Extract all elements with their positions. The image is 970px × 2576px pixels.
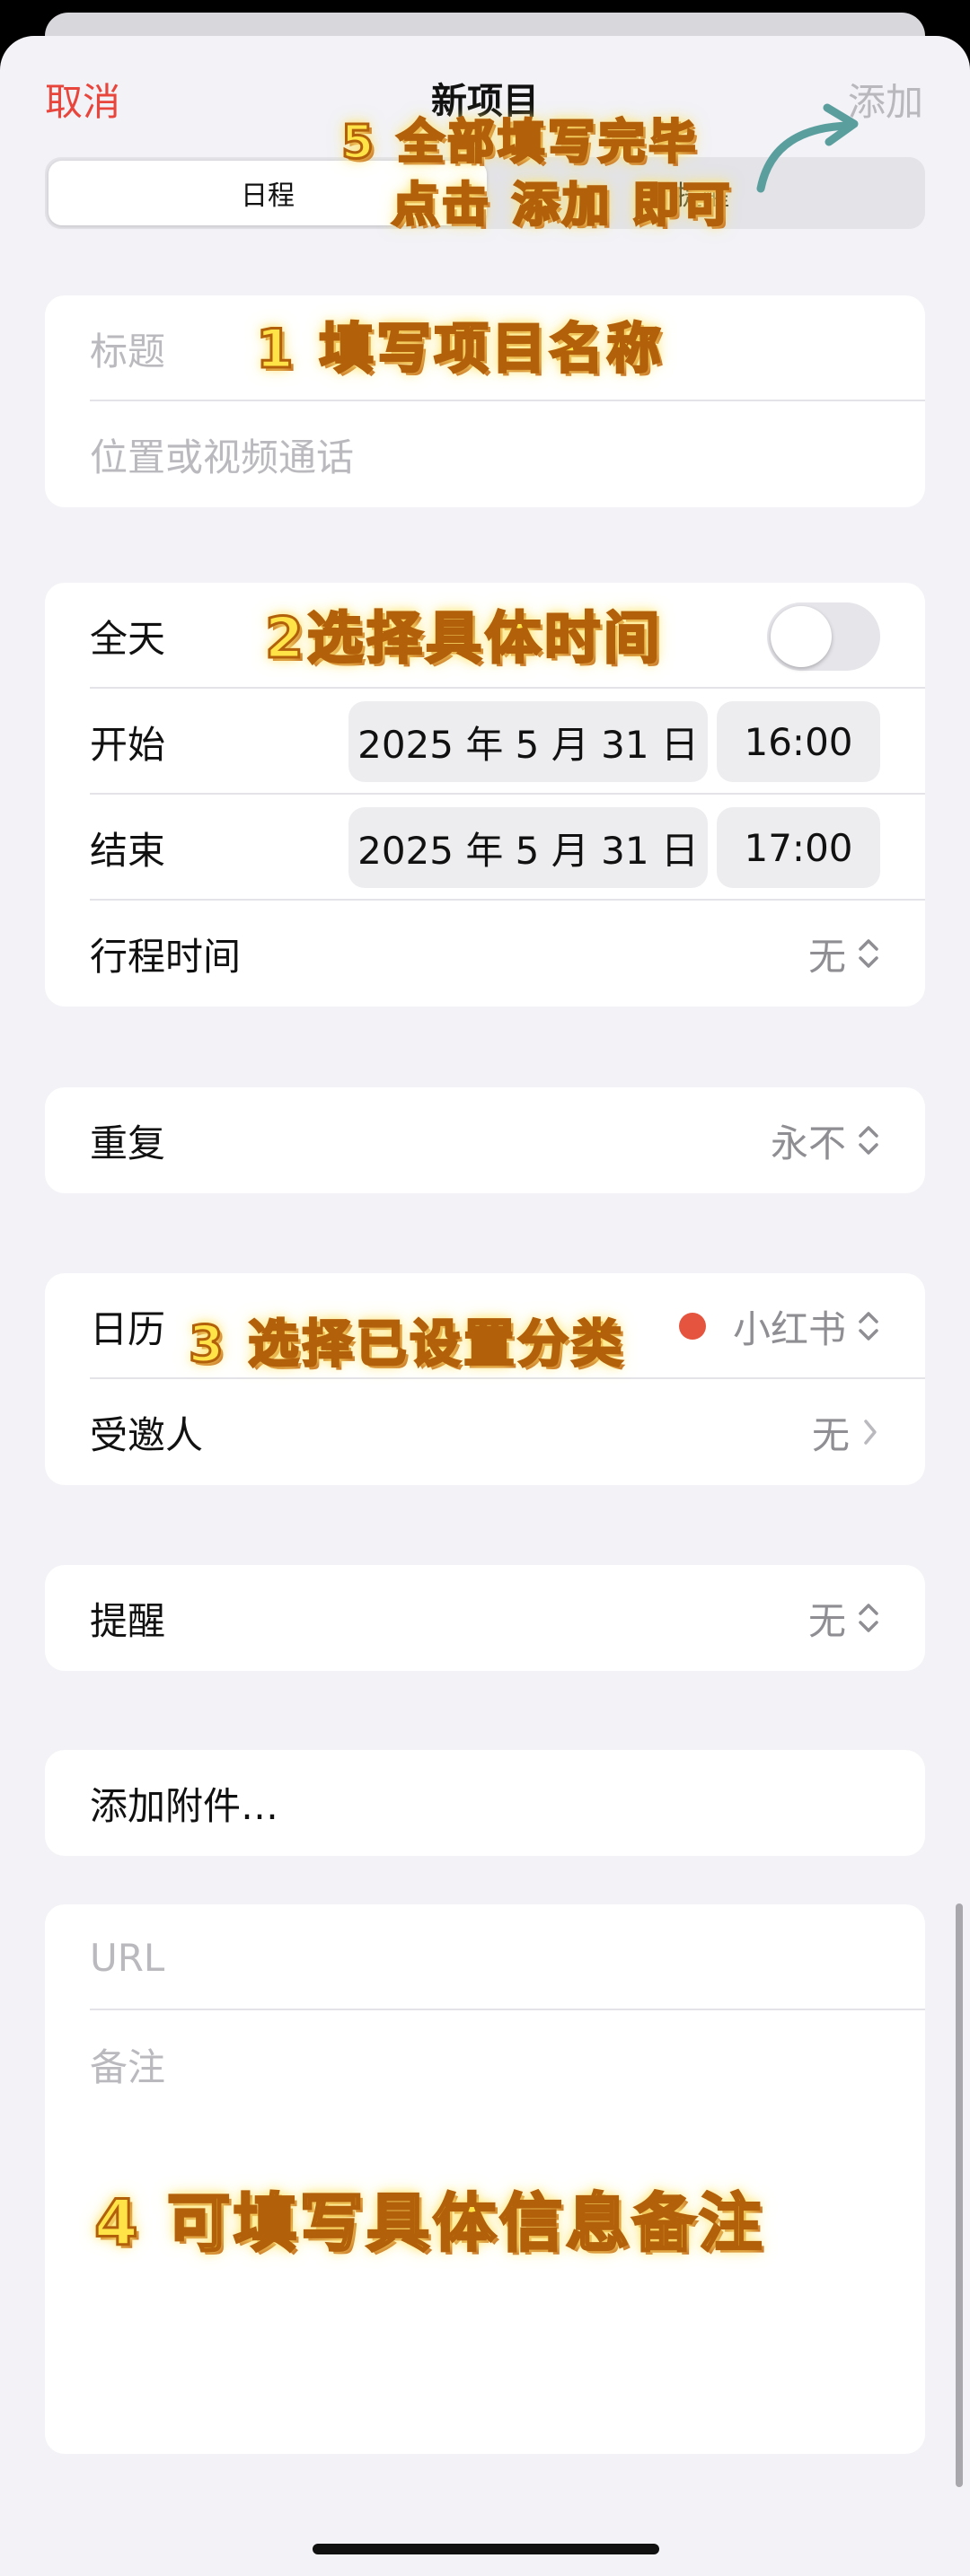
scrollbar[interactable]	[956, 1903, 963, 2487]
title-placeholder: 标题	[90, 329, 166, 374]
alert-row[interactable]: 提醒 无	[45, 1565, 925, 1671]
url-field[interactable]: URL	[45, 1904, 925, 2010]
new-event-sheet: 取消 新项目 添加 日程 提醒 标题 位置或视频通话 全天 开始 2025 年 …	[0, 36, 970, 2576]
repeat-text: 永不	[770, 1121, 846, 1165]
location-field[interactable]: 位置或视频通话	[45, 401, 925, 507]
end-date-picker[interactable]: 2025 年 5 月 31 日	[348, 807, 708, 888]
invitees-value: 无	[812, 1379, 880, 1485]
start-label: 开始	[90, 722, 166, 767]
invitees-row[interactable]: 受邀人 无	[45, 1379, 925, 1485]
calendar-label: 日历	[90, 1306, 166, 1351]
alert-text: 无	[807, 1598, 846, 1643]
chevron-up-down-icon	[859, 1312, 878, 1341]
notes-placeholder: 备注	[90, 2045, 166, 2089]
annotation-step3: 3 选择已设置分类	[187, 1314, 626, 1376]
alert-label: 提醒	[90, 1598, 166, 1643]
chevron-right-icon	[864, 1420, 877, 1445]
chevron-up-down-icon	[859, 1604, 878, 1632]
repeat-row[interactable]: 重复 永不	[45, 1087, 925, 1193]
calendar-text: 小红书	[732, 1306, 846, 1351]
annotation-step5-line2: 点击 添加 即可	[390, 178, 734, 234]
annotation-step1: 1 填写项目名称	[255, 317, 665, 382]
invitees-label: 受邀人	[90, 1412, 204, 1457]
url-placeholder: URL	[90, 1935, 165, 1980]
location-placeholder: 位置或视频通话	[90, 435, 355, 479]
start-row: 开始 2025 年 5 月 31 日 16:00	[45, 689, 925, 795]
calendar-color-dot	[678, 1313, 706, 1340]
end-label: 结束	[90, 828, 166, 873]
annotation-step5-line1: 5 全部填写完毕	[340, 115, 700, 171]
annotation-step2: 2选择具体时间	[263, 604, 664, 673]
alert-group: 提醒 无	[45, 1565, 925, 1671]
all-day-label: 全天	[90, 616, 166, 661]
all-day-toggle[interactable]	[767, 602, 880, 671]
alert-value: 无	[808, 1565, 880, 1671]
travel-time-row[interactable]: 行程时间 无	[45, 901, 925, 1007]
add-attachment-row[interactable]: 添加附件…	[45, 1750, 925, 1856]
repeat-label: 重复	[90, 1121, 166, 1165]
home-indicator	[313, 2544, 659, 2554]
toggle-knob	[771, 606, 832, 667]
start-time-picker[interactable]: 16:00	[717, 701, 880, 782]
annotation-step4: 4 可填写具体信息备注	[93, 2185, 766, 2262]
add-attachment-label: 添加附件…	[90, 1783, 279, 1828]
chevron-up-down-icon	[859, 1126, 878, 1155]
arrow-icon	[756, 103, 859, 193]
chevron-up-down-icon	[859, 939, 878, 968]
repeat-value: 永不	[771, 1087, 880, 1193]
repeat-group: 重复 永不	[45, 1087, 925, 1193]
end-time-picker[interactable]: 17:00	[717, 807, 880, 888]
invitees-text: 无	[811, 1412, 850, 1457]
travel-time-value: 无	[808, 901, 880, 1007]
travel-time-label: 行程时间	[90, 934, 242, 979]
travel-time-text: 无	[807, 934, 846, 979]
calendar-value: 小红书	[678, 1273, 880, 1379]
start-date-picker[interactable]: 2025 年 5 月 31 日	[348, 701, 708, 782]
attachment-group: 添加附件…	[45, 1750, 925, 1856]
end-row: 结束 2025 年 5 月 31 日 17:00	[45, 795, 925, 901]
